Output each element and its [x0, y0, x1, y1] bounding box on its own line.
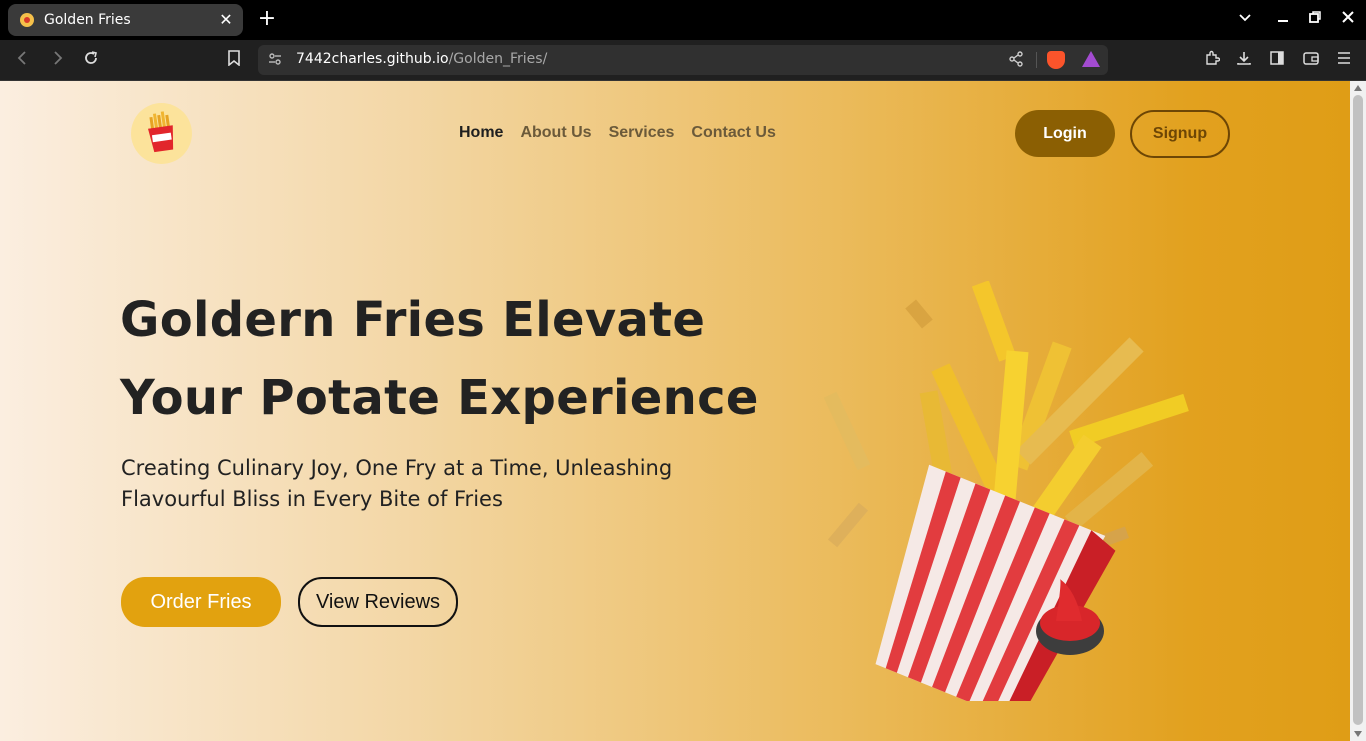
nav-services[interactable]: Services — [609, 124, 675, 142]
downloads-icon[interactable] — [1234, 50, 1254, 70]
nav-about-us[interactable]: About Us — [520, 124, 591, 142]
fries-logo-icon[interactable] — [131, 103, 192, 164]
hero-title-line-2: Your Potate Experience — [120, 370, 759, 426]
fries-box-illustration — [820, 280, 1220, 718]
view-reviews-button[interactable]: View Reviews — [298, 577, 458, 627]
share-icon[interactable] — [1008, 51, 1024, 71]
hero-title: Goldern Fries Elevate Your Potate Experi… — [120, 281, 759, 437]
sidebar-icon[interactable] — [1267, 50, 1287, 70]
page-scrollbar[interactable] — [1350, 81, 1366, 741]
site-settings-icon[interactable] — [268, 52, 284, 68]
close-window-icon[interactable] — [1338, 10, 1358, 30]
scroll-thumb[interactable] — [1353, 95, 1363, 725]
address-bar[interactable]: 7442charles.github.io/Golden_Fries/ — [258, 45, 1108, 75]
wallet-icon[interactable] — [1301, 50, 1321, 70]
order-fries-button[interactable]: Order Fries — [121, 577, 281, 627]
brave-rewards-icon[interactable] — [1082, 51, 1100, 67]
reload-icon[interactable] — [81, 50, 101, 70]
extensions-icon[interactable] — [1202, 50, 1222, 70]
menu-icon[interactable] — [1334, 50, 1354, 70]
close-tab-icon[interactable]: ✕ — [217, 11, 235, 29]
nav-contact-us[interactable]: Contact Us — [691, 124, 775, 142]
webpage: Home About Us Services Contact Us Login … — [0, 81, 1350, 741]
back-icon[interactable] — [13, 50, 33, 70]
tab-title: Golden Fries — [44, 12, 131, 28]
url-host: 7442charles.github.io — [296, 51, 449, 67]
url-text: 7442charles.github.io/Golden_Fries/ — [296, 51, 547, 67]
url-divider — [1036, 52, 1037, 68]
brave-shields-icon[interactable] — [1047, 51, 1065, 69]
bookmark-icon[interactable] — [224, 50, 244, 70]
signup-button[interactable]: Signup — [1130, 110, 1230, 158]
login-button[interactable]: Login — [1015, 110, 1115, 157]
scroll-up-arrow[interactable] — [1354, 85, 1362, 91]
tab-list-chevron-icon[interactable] — [1235, 10, 1255, 30]
forward-icon[interactable] — [47, 50, 67, 70]
browser-tab-bar: Golden Fries ✕ + — [0, 0, 1366, 40]
nav-home[interactable]: Home — [459, 124, 503, 142]
hero-title-line-1: Goldern Fries Elevate — [120, 292, 706, 348]
main-nav: Home About Us Services Contact Us — [459, 124, 776, 142]
scroll-down-arrow[interactable] — [1354, 731, 1362, 737]
favicon-icon — [20, 13, 34, 27]
browser-toolbar: 7442charles.github.io/Golden_Fries/ — [0, 40, 1366, 81]
minimize-icon[interactable] — [1273, 10, 1293, 30]
hero-subtitle: Creating Culinary Joy, One Fry at a Time… — [121, 456, 673, 511]
browser-tab[interactable]: Golden Fries ✕ — [8, 4, 243, 36]
url-path: /Golden_Fries/ — [448, 51, 548, 67]
new-tab-icon[interactable]: + — [256, 8, 278, 31]
restore-icon[interactable] — [1305, 10, 1325, 30]
